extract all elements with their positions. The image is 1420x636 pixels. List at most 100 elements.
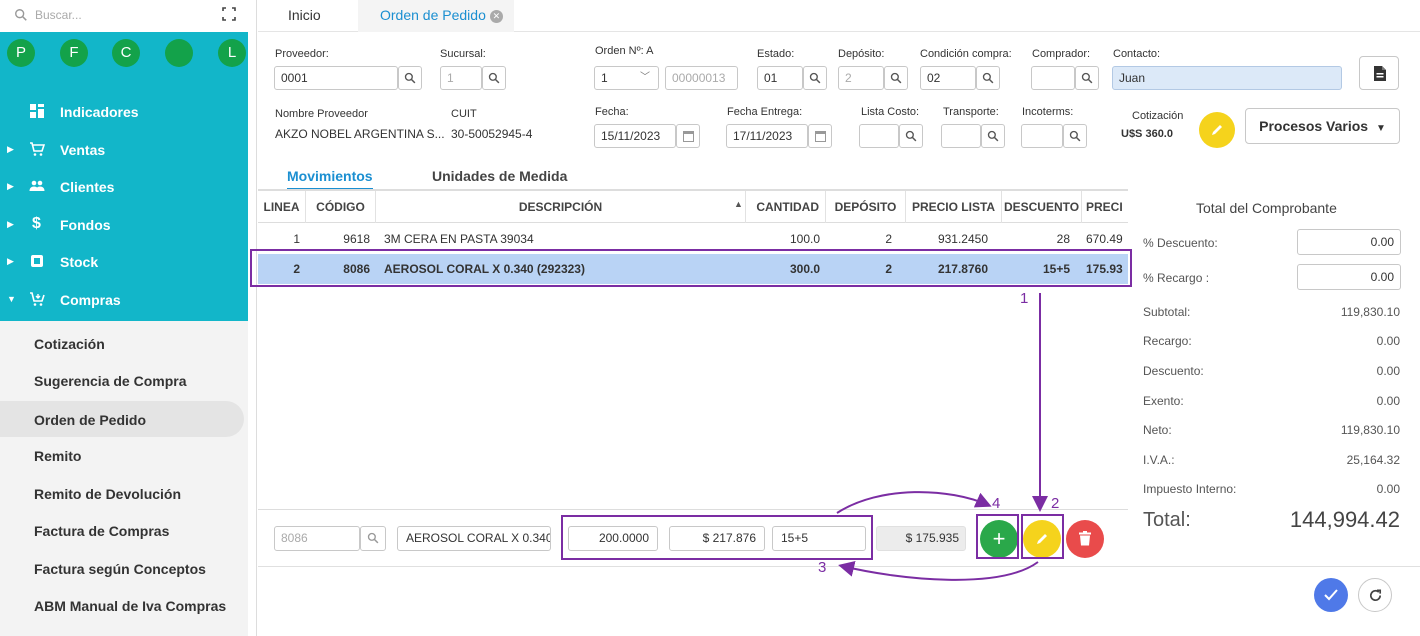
comprador-label: Comprador: (1032, 48, 1091, 60)
descuento-pct-input[interactable]: 0.00 (1297, 229, 1401, 255)
refresh-button[interactable] (1358, 578, 1392, 612)
search-icon (1081, 72, 1093, 84)
submenu-cotizacion[interactable]: Cotización (0, 325, 248, 361)
cuit-value: 30-50052945-4 (451, 127, 533, 141)
calendar-icon (683, 131, 694, 142)
condicion-compra-input[interactable]: 02 (920, 66, 976, 90)
col-cantidad[interactable]: CANTIDAD (746, 191, 826, 223)
col-precio[interactable]: PRECI (1082, 191, 1128, 223)
orden-number-input[interactable]: 00000013 (665, 66, 738, 90)
tab-movimientos[interactable]: Movimientos (287, 168, 373, 190)
tab-unidades-medida[interactable]: Unidades de Medida (432, 168, 567, 190)
submenu-label: Cotización (34, 336, 105, 352)
recargo-pct-label: % Recargo : (1143, 271, 1210, 285)
col-linea[interactable]: LINEA (258, 191, 306, 223)
orden-letter-select[interactable]: 1 ﹀ (594, 66, 659, 90)
iva-label: I.V.A.: (1143, 453, 1175, 467)
quick-circle-c[interactable]: C (112, 39, 140, 67)
submenu-factura-compras[interactable]: Factura de Compras (0, 512, 248, 548)
sidebar-item-indicadores[interactable]: Indicadores (0, 94, 248, 130)
sidebar-item-ventas[interactable]: ▶ Ventas (0, 132, 248, 168)
quick-circle-f[interactable]: F (60, 39, 88, 67)
quick-circle-l[interactable]: L (218, 39, 246, 67)
iva-value: 25,164.32 (1346, 453, 1400, 467)
cotizacion-value: U$S 360.0 (1121, 128, 1173, 140)
neto-value: 119,830.10 (1340, 423, 1400, 437)
submenu-orden-pedido[interactable]: Orden de Pedido (0, 401, 244, 437)
tab-label: Movimientos (287, 168, 373, 184)
close-icon[interactable]: ✕ (489, 10, 503, 23)
col-descripcion[interactable]: DESCRIPCIÓN (376, 191, 746, 223)
pencil-icon (1212, 125, 1222, 135)
contacto-input[interactable]: Juan (1112, 66, 1342, 90)
quick-circle-blank[interactable] (165, 39, 193, 67)
tab-orden-pedido[interactable]: Orden de Pedido ✕ (358, 0, 514, 32)
edit-descripcion-input[interactable]: AEROSOL CORAL X 0.340 (397, 526, 551, 551)
deposito-search-button[interactable] (884, 66, 908, 90)
annotation-box-edit-fields (561, 515, 873, 560)
sidebar-item-label: Clientes (60, 179, 115, 195)
delete-line-button[interactable] (1066, 520, 1104, 558)
estado-search-button[interactable] (803, 66, 827, 90)
estado-input[interactable]: 01 (757, 66, 803, 90)
total-value: 144,994.42 (1289, 507, 1400, 532)
sidebar-item-stock[interactable]: ▶ Stock (0, 244, 248, 280)
submenu-remito-devolucion[interactable]: Remito de Devolución (0, 475, 248, 511)
sidebar-item-label: Compras (60, 292, 121, 308)
col-precio-lista[interactable]: PRECIO LISTA (906, 191, 1002, 223)
confirm-button[interactable] (1314, 578, 1348, 612)
sucursal-search-button[interactable] (482, 66, 506, 90)
lista-costo-input[interactable] (859, 124, 899, 148)
procesos-varios-dropdown[interactable]: Procesos Varios ▼ (1245, 108, 1400, 144)
edit-cotizacion-button[interactable] (1199, 112, 1235, 148)
sidebar-item-fondos[interactable]: ▶ $ Fondos (0, 207, 248, 243)
incoterms-search-button[interactable] (1063, 124, 1087, 148)
fecha-entrega-label: Fecha Entrega: (727, 106, 803, 118)
proveedor-label: Proveedor: (275, 48, 329, 60)
fecha-entrega-input[interactable]: 17/11/2023 (726, 124, 808, 148)
condicion-search-button[interactable] (976, 66, 1000, 90)
recargo-pct-input[interactable]: 0.00 (1297, 264, 1401, 290)
sidebar-item-label: Indicadores (60, 104, 139, 120)
comprador-search-button[interactable] (1075, 66, 1099, 90)
sidebar-item-clientes[interactable]: ▶ Clientes (0, 169, 248, 205)
incoterms-input[interactable] (1021, 124, 1063, 148)
submenu-label: Factura según Conceptos (34, 561, 206, 577)
fecha-entrega-calendar-button[interactable] (808, 124, 832, 148)
proveedor-input[interactable]: 0001 (274, 66, 398, 90)
neto-label: Neto: (1143, 423, 1172, 437)
submenu-remito[interactable]: Remito (0, 437, 248, 473)
proveedor-search-button[interactable] (398, 66, 422, 90)
sidebar-search[interactable]: Buscar... (0, 0, 248, 32)
sort-ascending-icon[interactable]: ▲ (734, 199, 743, 209)
fecha-calendar-button[interactable] (676, 124, 700, 148)
tab-inicio[interactable]: Inicio (288, 0, 368, 32)
submenu-abm-iva-compras[interactable]: ABM Manual de Iva Compras (0, 587, 248, 623)
col-descuento[interactable]: DESCUENTO (1002, 191, 1082, 223)
quick-circle-p[interactable]: P (7, 39, 35, 67)
sucursal-input[interactable]: 1 (440, 66, 482, 90)
submenu-sugerencia-compra[interactable]: Sugerencia de Compra (0, 362, 248, 398)
deposito-input[interactable]: 2 (838, 66, 884, 90)
lista-costo-search-button[interactable] (899, 124, 923, 148)
col-deposito[interactable]: DEPÓSITO (826, 191, 906, 223)
col-codigo[interactable]: CÓDIGO (306, 191, 376, 223)
people-icon (29, 180, 45, 191)
sidebar-item-compras[interactable]: ▼ Compras (0, 282, 248, 318)
annotation-box-edit-button (1021, 514, 1064, 559)
submenu-label: Sugerencia de Compra (34, 373, 187, 389)
chevron-right-icon: ▶ (7, 256, 14, 266)
comprador-input[interactable] (1031, 66, 1075, 90)
fullscreen-icon[interactable] (221, 6, 237, 22)
transporte-search-button[interactable] (981, 124, 1005, 148)
check-icon (1324, 589, 1338, 601)
sidebar-item-label: Stock (60, 254, 99, 270)
edit-codigo-search-button[interactable] (360, 526, 386, 551)
submenu-factura-conceptos[interactable]: Factura según Conceptos (0, 550, 248, 586)
edit-codigo-input[interactable]: 8086 (274, 526, 360, 551)
fecha-input[interactable]: 15/11/2023 (594, 124, 676, 148)
movements-table: LINEA CÓDIGO DESCRIPCIÓN CANTIDAD DEPÓSI… (258, 190, 1128, 510)
document-button[interactable] (1359, 56, 1399, 90)
transporte-input[interactable] (941, 124, 981, 148)
submenu-label: Remito (34, 448, 82, 464)
